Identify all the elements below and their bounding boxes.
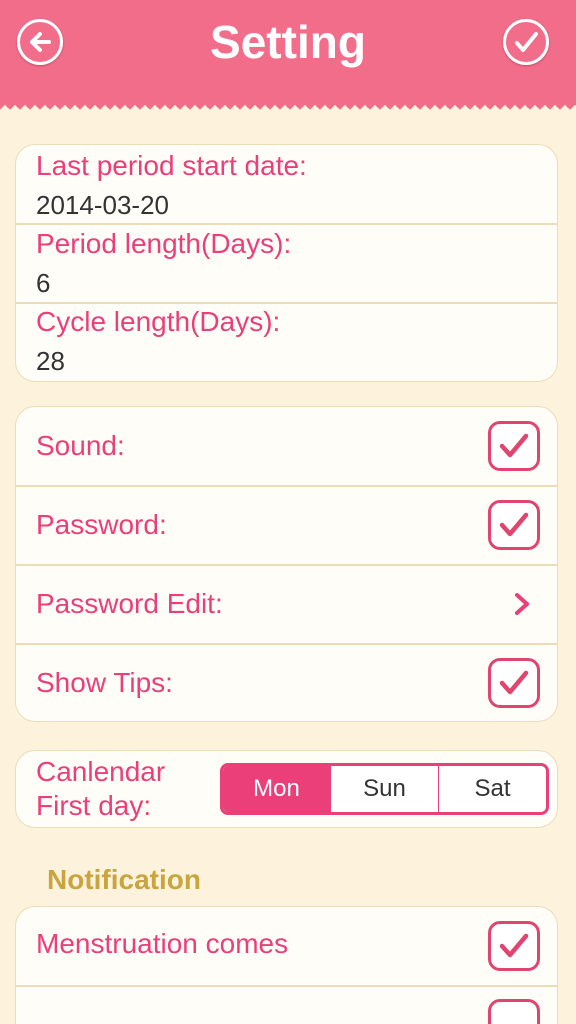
period-length-value[interactable]: 6	[36, 267, 50, 299]
toggles-card: Sound: Password: Password Edit: Show Tip…	[15, 406, 558, 722]
divider	[16, 302, 557, 304]
sound-checkbox[interactable]	[488, 421, 540, 471]
checkmark-icon	[499, 433, 529, 458]
calendar-first-day-card: Canlendar First day: Mon Sun Sat	[15, 750, 558, 828]
divider	[16, 564, 557, 566]
checkmark-icon	[515, 32, 538, 52]
cycle-length-value[interactable]: 28	[36, 345, 65, 377]
chevron-right-icon	[515, 593, 529, 615]
header-bar: Setting	[0, 0, 576, 110]
sound-label: Sound:	[36, 430, 125, 461]
page-title: Setting	[210, 16, 366, 68]
period-length-label: Period length(Days):	[36, 228, 292, 259]
period-settings-card: Last period start date: 2014-03-20 Perio…	[15, 144, 558, 382]
first-day-option-sun[interactable]: Sun	[330, 766, 438, 812]
password-label: Password:	[36, 509, 167, 540]
checkmark-icon	[499, 933, 529, 958]
divider	[16, 643, 557, 645]
menstruation-comes-checkbox[interactable]	[488, 921, 540, 971]
divider	[16, 223, 557, 225]
notification-card: Menstruation comes	[15, 906, 558, 1024]
password-checkbox[interactable]	[488, 500, 540, 550]
divider	[16, 485, 557, 487]
calendar-first-day-label: Canlendar First day:	[36, 756, 166, 821]
confirm-button[interactable]	[503, 19, 549, 65]
checkmark-icon	[499, 670, 529, 695]
first-day-segmented-control[interactable]: Mon Sun Sat	[220, 763, 549, 815]
show-tips-checkbox[interactable]	[488, 658, 540, 708]
menstruation-comes-label: Menstruation comes	[36, 928, 289, 959]
next-notification-checkbox[interactable]	[488, 999, 540, 1024]
last-period-value[interactable]: 2014-03-20	[36, 189, 169, 221]
cycle-length-label: Cycle length(Days):	[36, 306, 281, 337]
show-tips-label: Show Tips:	[36, 667, 173, 698]
notification-section-title: Notification	[47, 864, 201, 895]
checkmark-icon	[499, 512, 529, 537]
password-edit-label: Password Edit:	[36, 588, 223, 619]
divider	[16, 985, 557, 987]
last-period-label: Last period start date:	[36, 150, 307, 181]
header-zigzag-edge	[0, 100, 576, 110]
first-day-option-mon[interactable]: Mon	[223, 766, 330, 812]
first-day-option-sat[interactable]: Sat	[438, 766, 546, 812]
